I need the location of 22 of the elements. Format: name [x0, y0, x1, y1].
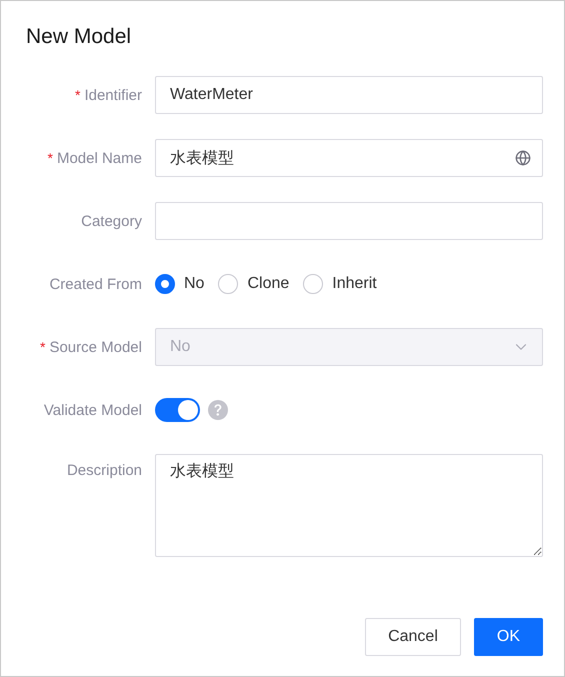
radio-option[interactable]: No [155, 274, 204, 294]
field-label: Model Name [56, 150, 142, 166]
text-field[interactable]: 水表模型 [155, 139, 543, 177]
text-field[interactable]: WaterMeter [155, 76, 543, 114]
field-label: Validate Model [44, 402, 142, 418]
field-label: Description [66, 462, 142, 479]
toggle-switch[interactable] [155, 398, 200, 422]
field-label: Created From [49, 276, 142, 292]
field-label: Source Model [49, 338, 142, 356]
field-label: Category [81, 212, 142, 230]
textarea-field[interactable]: 水表模型 [155, 454, 543, 557]
required-mark: * [48, 150, 53, 166]
cancel-button[interactable]: Cancel [365, 618, 461, 656]
radio-option[interactable]: Inherit [303, 274, 377, 294]
dialog-title: New Model [26, 24, 132, 50]
required-mark: * [40, 339, 46, 355]
ok-button[interactable]: OK [474, 618, 543, 656]
text-field[interactable] [155, 202, 543, 240]
radio-option[interactable]: Clone [218, 274, 290, 294]
required-mark: * [75, 87, 80, 103]
field-label: Identifier [84, 86, 142, 104]
globe-icon[interactable] [515, 150, 531, 166]
